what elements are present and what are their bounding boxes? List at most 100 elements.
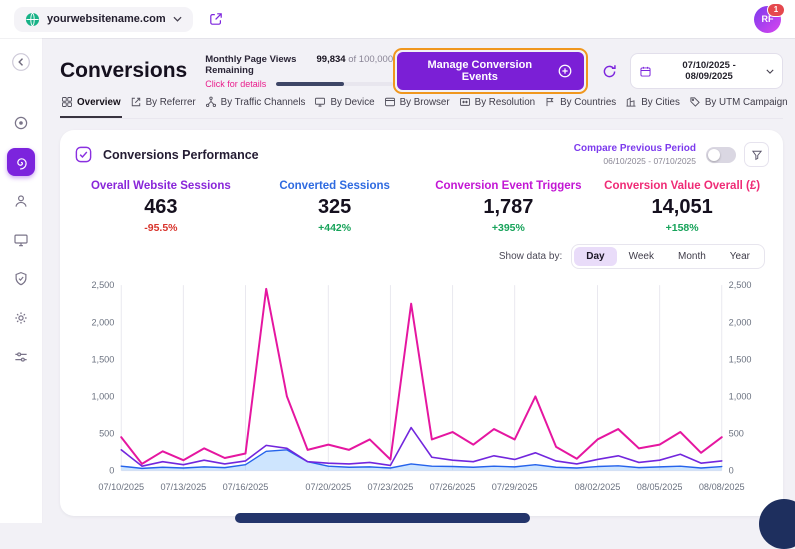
compare-toggle[interactable] xyxy=(706,147,736,163)
shield-icon xyxy=(12,270,30,288)
conversions-line-chart: 07/10/2025 07/13/2025 07/16/2025 07/20/2025… xyxy=(74,273,769,501)
collapse-arrow-icon xyxy=(11,52,31,72)
sliders-icon xyxy=(12,348,30,366)
globe-icon xyxy=(25,12,40,27)
svg-text:07/13/2025: 07/13/2025 xyxy=(160,482,206,492)
external-link-icon xyxy=(208,11,224,27)
chart-area: 07/10/2025 07/13/2025 07/16/2025 07/20/2025… xyxy=(74,273,769,501)
svg-text:07/23/2025: 07/23/2025 xyxy=(368,482,414,492)
funnel-icon xyxy=(751,149,763,161)
period-option-week[interactable]: Week xyxy=(617,247,666,266)
tab-by-referrer[interactable]: By Referrer xyxy=(129,96,197,118)
date-range-picker[interactable]: 07/10/2025 - 08/09/2025 xyxy=(630,53,783,89)
svg-text:2,000: 2,000 xyxy=(729,317,752,327)
tab-by-browser[interactable]: By Browser xyxy=(383,96,451,118)
show-data-by-label: Show data by: xyxy=(499,251,562,262)
spiral-icon xyxy=(13,154,30,171)
svg-text:2,000: 2,000 xyxy=(91,317,114,327)
svg-text:07/26/2025: 07/26/2025 xyxy=(430,482,476,492)
monitor-icon xyxy=(12,231,30,249)
tab-by-traffic-channels[interactable]: By Traffic Channels xyxy=(204,96,307,118)
svg-text:500: 500 xyxy=(99,428,114,438)
referrer-icon xyxy=(130,96,142,108)
channels-icon xyxy=(205,96,217,108)
metric: Conversion Event Triggers 1,787 +395% xyxy=(422,180,596,234)
tab-by-countries[interactable]: By Countries xyxy=(543,96,617,118)
tab-by-device[interactable]: By Device xyxy=(313,96,375,118)
period-option-month[interactable]: Month xyxy=(666,247,718,266)
date-range-text: 07/10/2025 - 08/09/2025 xyxy=(658,60,760,82)
pageviews-progress-fill xyxy=(276,82,344,86)
page-title: Conversions xyxy=(60,59,187,83)
svg-text:0: 0 xyxy=(729,466,734,476)
metric: Conversion Value Overall (£) 14,051 +158… xyxy=(595,180,769,234)
svg-text:08/02/2025: 08/02/2025 xyxy=(575,482,621,492)
period-option-year[interactable]: Year xyxy=(718,247,762,266)
svg-text:07/16/2025: 07/16/2025 xyxy=(223,482,269,492)
metrics-row: Overall Website Sessions 463 -95.5% Conv… xyxy=(74,180,769,234)
tab-by-resolution[interactable]: By Resolution xyxy=(458,96,536,118)
svg-text:1,000: 1,000 xyxy=(729,391,752,401)
circle-plus-icon xyxy=(558,64,572,78)
show-data-by-row: Show data by: Day Week Month Year xyxy=(74,244,769,269)
site-selector[interactable]: yourwebsitename.com xyxy=(14,7,193,32)
sidebar-item-conversions[interactable] xyxy=(7,148,35,176)
svg-text:1,500: 1,500 xyxy=(91,354,114,364)
period-option-day[interactable]: Day xyxy=(574,247,616,266)
horizontal-scrollbar-thumb[interactable] xyxy=(235,513,530,523)
conversions-performance-panel: Conversions Performance Compare Previous… xyxy=(60,130,783,516)
tab-overview[interactable]: Overview xyxy=(60,96,122,118)
target-icon xyxy=(12,114,30,132)
sidebar-collapse-button[interactable] xyxy=(7,48,35,76)
sidebar-item-preferences[interactable] xyxy=(7,343,35,371)
metric: Converted Sessions 325 +442% xyxy=(248,180,422,234)
open-site-button[interactable] xyxy=(203,6,229,32)
user-icon xyxy=(12,192,30,210)
compare-previous-period: Compare Previous Period 06/10/2025 - 07/… xyxy=(574,143,696,166)
checkbox-icon xyxy=(74,145,93,164)
page-header: Conversions Monthly Page Views Remaining… xyxy=(60,48,783,94)
filter-button[interactable] xyxy=(744,142,769,167)
sidebar-item-settings[interactable] xyxy=(7,304,35,332)
svg-text:500: 500 xyxy=(729,428,744,438)
pageviews-details-link[interactable]: Click for details xyxy=(205,79,266,89)
tab-by-cities[interactable]: By Cities xyxy=(624,96,681,118)
main-content: Conversions Monthly Page Views Remaining… xyxy=(42,38,795,523)
metric: Overall Website Sessions 463 -95.5% xyxy=(74,180,248,234)
chat-button[interactable] xyxy=(759,499,795,549)
resolution-icon xyxy=(459,96,471,108)
tab-by-utm-campaign[interactable]: By UTM Campaign xyxy=(688,96,789,118)
sidebar-item-dashboard[interactable] xyxy=(7,109,35,137)
report-tabs: Overview By Referrer By Traffic Channels… xyxy=(60,96,783,119)
chevron-down-icon xyxy=(766,69,774,74)
chevron-down-icon xyxy=(173,16,182,22)
grid-icon xyxy=(61,96,73,108)
pageviews-count: 99,834 of 100,000 xyxy=(317,54,394,65)
svg-text:0: 0 xyxy=(109,466,114,476)
panel-title: Conversions Performance xyxy=(103,148,259,162)
flag-icon xyxy=(544,96,556,108)
tag-icon xyxy=(689,96,701,108)
panel-header: Conversions Performance Compare Previous… xyxy=(74,142,769,167)
refresh-button[interactable] xyxy=(596,58,622,84)
buildings-icon xyxy=(625,96,637,108)
period-segmented-control: Day Week Month Year xyxy=(571,244,765,269)
manage-conversion-events-button[interactable]: Manage Conversion Events xyxy=(397,52,584,90)
refresh-icon xyxy=(601,63,618,80)
svg-text:08/05/2025: 08/05/2025 xyxy=(637,482,683,492)
sidebar-item-security[interactable] xyxy=(7,265,35,293)
sidebar xyxy=(0,38,43,523)
calendar-icon xyxy=(639,65,652,78)
sidebar-item-sessions[interactable] xyxy=(7,226,35,254)
notification-badge: 1 xyxy=(767,3,785,17)
svg-text:07/10/2025: 07/10/2025 xyxy=(98,482,144,492)
user-menu[interactable]: RF 1 xyxy=(754,6,781,33)
svg-text:1,500: 1,500 xyxy=(729,354,752,364)
site-name: yourwebsitename.com xyxy=(47,13,166,25)
svg-text:07/20/2025: 07/20/2025 xyxy=(305,482,351,492)
topbar: yourwebsitename.com RF 1 xyxy=(0,0,795,38)
svg-text:07/29/2025: 07/29/2025 xyxy=(492,482,538,492)
sidebar-item-audience[interactable] xyxy=(7,187,35,215)
svg-text:2,500: 2,500 xyxy=(729,280,752,290)
toggle-knob xyxy=(708,149,720,161)
